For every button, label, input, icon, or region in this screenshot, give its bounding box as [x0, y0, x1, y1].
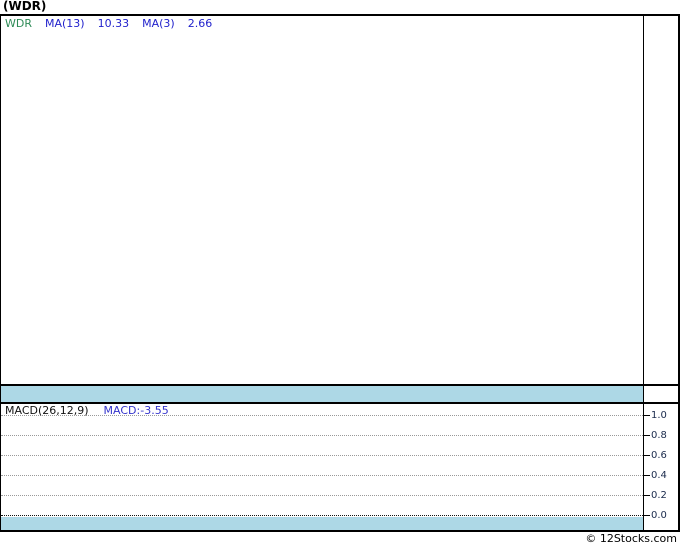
macd-axis-tick: [643, 455, 650, 456]
macd-axis-tick: [643, 515, 650, 516]
macd-axis-tick: [643, 435, 650, 436]
macd-gridline-0.6: [1, 455, 643, 456]
macd-gridline-0.0: [1, 515, 643, 516]
macd-gridline-0.8: [1, 435, 643, 436]
macd-axis-label: 0.0: [651, 510, 667, 521]
macd-axis-tick: [643, 415, 650, 416]
copyright-text: © 12Stocks.com: [585, 532, 677, 545]
legend-ma13-value: 10.33: [97, 17, 130, 30]
page-title: (WDR): [3, 0, 47, 13]
macd-axis-label: 1.0: [651, 410, 667, 421]
macd-panel: MACD(26,12,9) MACD:-3.55 1.0 0.8 0.6 0.4…: [0, 402, 680, 532]
legend-ma3-label: MA(3): [142, 17, 175, 30]
macd-axis-tick: [643, 475, 650, 476]
macd-axis-label: 0.8: [651, 430, 667, 441]
macd-gridline-0.2: [1, 495, 643, 496]
date-axis-band: [1, 386, 644, 402]
macd-legend: MACD(26,12,9) MACD:-3.55: [5, 405, 169, 417]
legend-ma3-value: 2.66: [187, 17, 213, 30]
main-price-panel: WDR MA(13) 10.33 MA(3) 2.66: [0, 14, 680, 386]
legend-ma13-label: MA(13): [45, 17, 85, 30]
macd-gridline-0.4: [1, 475, 643, 476]
macd-axis-label: 0.4: [651, 470, 667, 481]
macd-value: MACD:-3.55: [103, 404, 169, 417]
macd-label: MACD(26,12,9): [5, 404, 89, 417]
macd-axis-label: 0.6: [651, 450, 667, 461]
main-chart-legend: WDR MA(13) 10.33 MA(3) 2.66: [5, 18, 212, 30]
macd-date-axis-band: [1, 517, 644, 530]
legend-symbol: WDR: [5, 17, 32, 30]
date-axis-strip: [0, 386, 680, 402]
macd-axis-tick: [643, 495, 650, 496]
macd-axis-label: 0.2: [651, 490, 667, 501]
